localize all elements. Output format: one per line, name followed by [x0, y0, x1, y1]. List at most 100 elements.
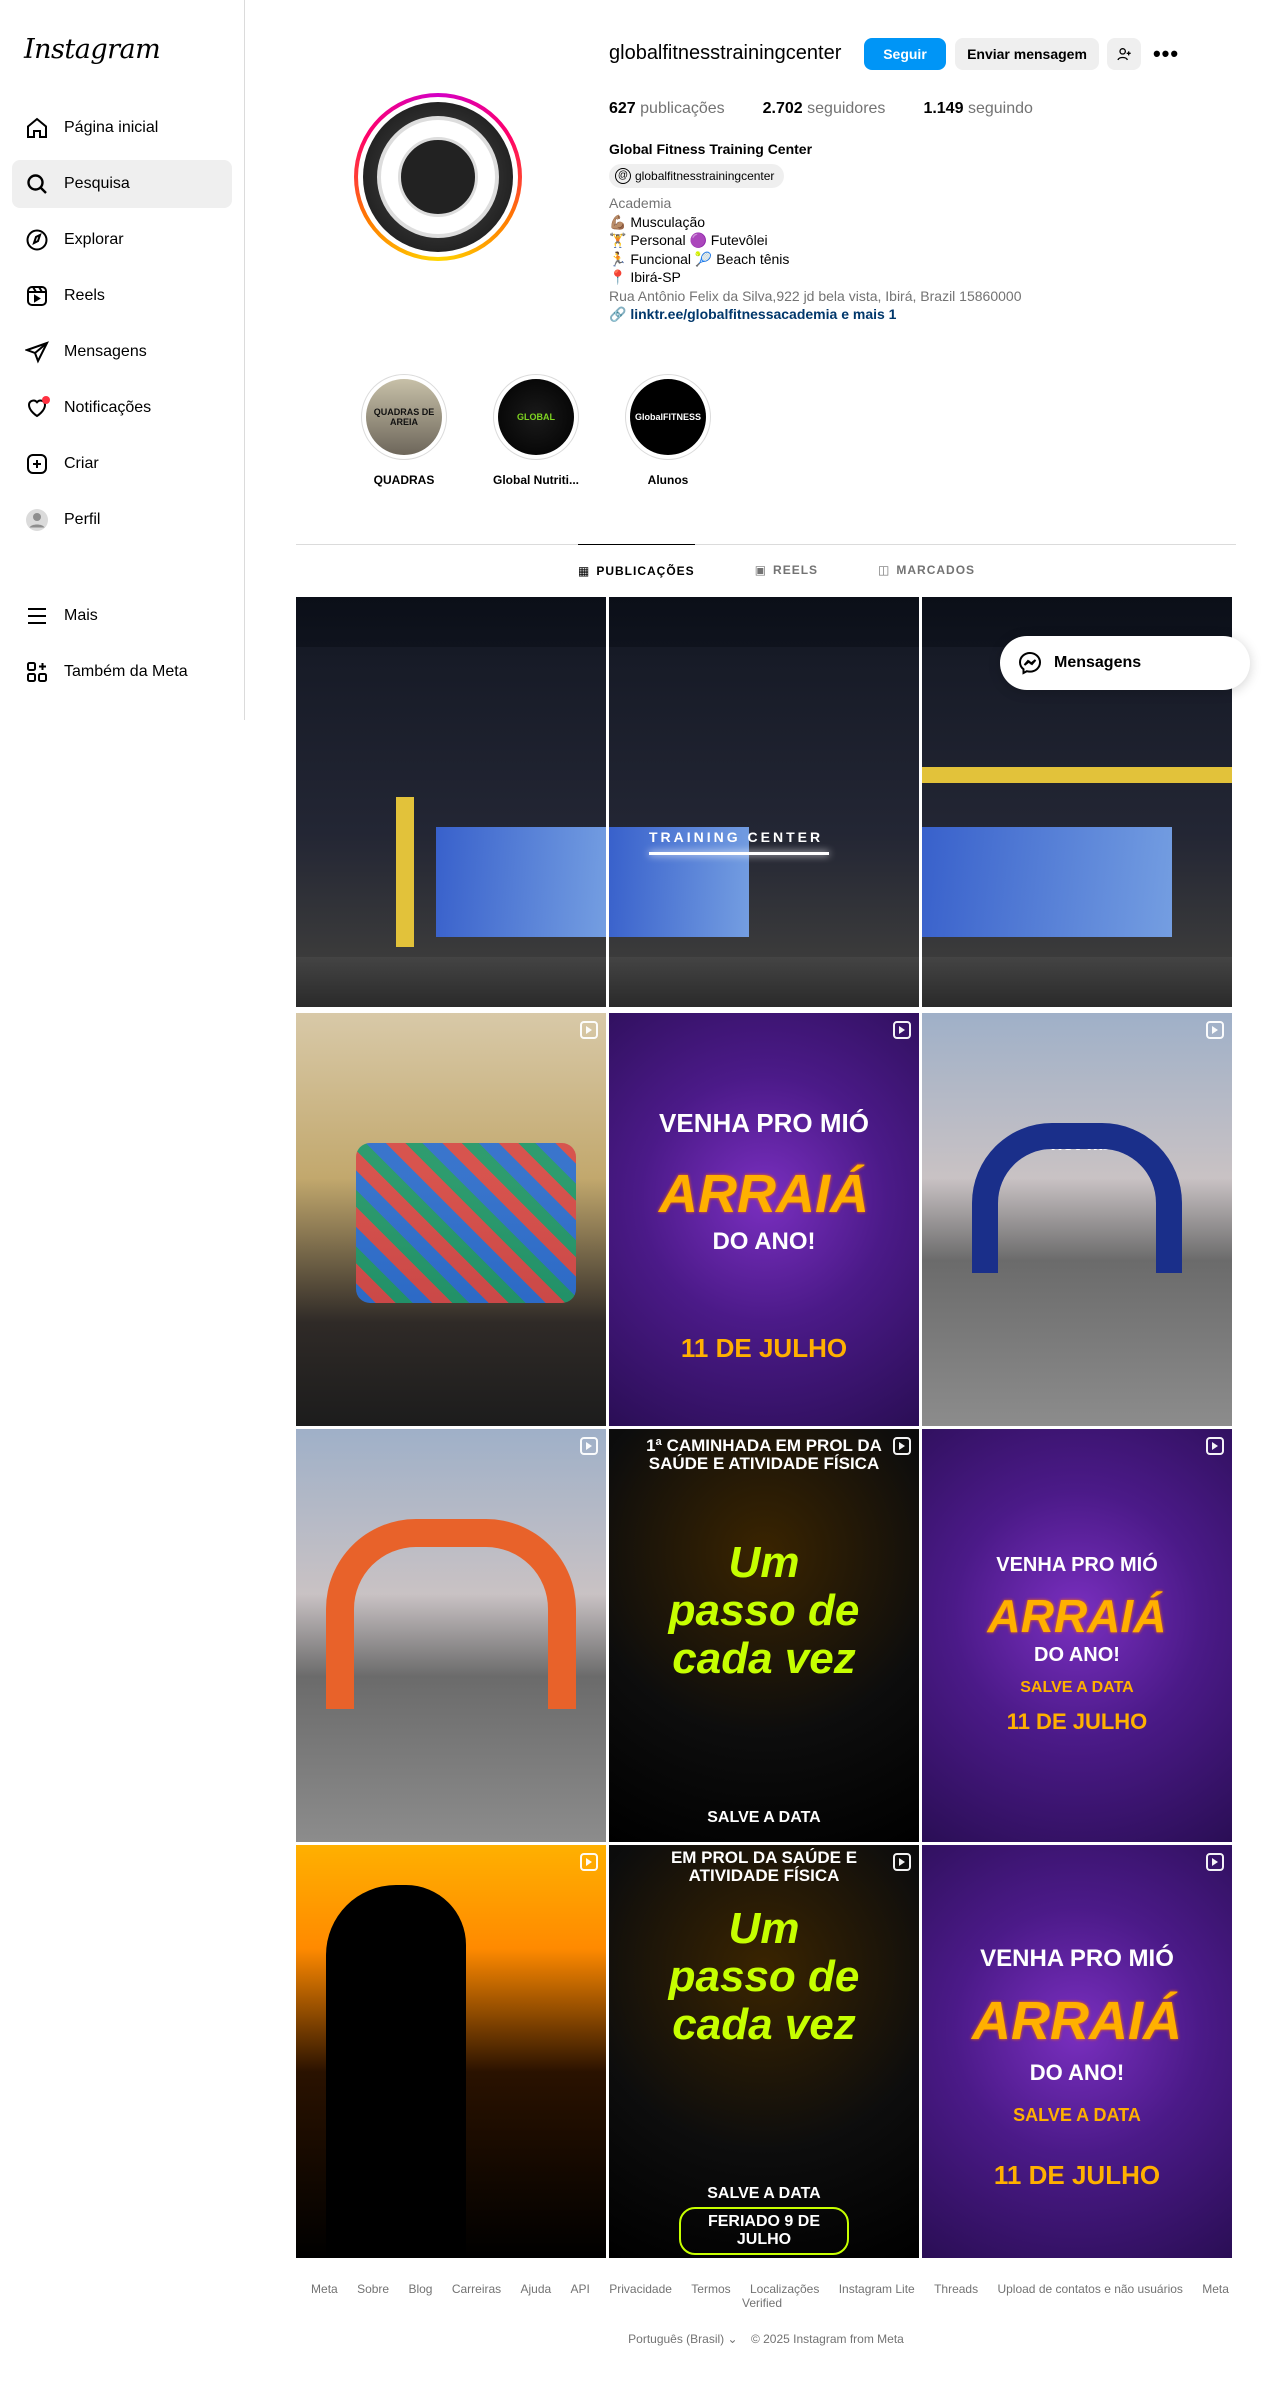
arraia-date-text: 11 DE JULHO	[1006, 1709, 1148, 1734]
meta-grid-icon	[24, 659, 50, 685]
holiday-text: FERIADO 9 DE JULHO	[679, 2207, 849, 2255]
arraia-top-text: VENHA PRO MIÓ	[996, 1554, 1158, 1576]
reel-badge-icon	[580, 1853, 598, 1871]
reels-icon	[24, 283, 50, 309]
arraia-top-text: VENHA PRO MIÓ	[659, 1108, 869, 1138]
highlight-quadras[interactable]: QUADRAS DE AREIA QUADRAS	[338, 374, 470, 487]
more-options-button[interactable]: •••	[1152, 38, 1180, 70]
sidebar-item-home[interactable]: Página inicial	[12, 104, 232, 152]
sidebar-item-notifications[interactable]: Notificações	[12, 384, 232, 432]
suggest-user-button[interactable]	[1107, 38, 1141, 70]
footer-link[interactable]: Privacidade	[609, 2282, 672, 2296]
following-stat[interactable]: 1.149 seguindo	[923, 100, 1032, 118]
sidebar-item-label: Explorar	[64, 231, 124, 248]
post-tile[interactable]: JDnet fibra	[922, 1013, 1232, 1426]
sidebar-item-messages[interactable]: Mensagens	[12, 328, 232, 376]
silhouette	[326, 1885, 466, 2258]
sidebar-item-search[interactable]: Pesquisa	[12, 160, 232, 208]
highlight-alunos[interactable]: GlobalFITNESS Alunos	[602, 374, 734, 487]
save-date-text: SALVE A DATA	[1020, 1679, 1134, 1696]
window-glow	[436, 827, 606, 937]
tab-reels[interactable]: ▣ REELS	[755, 544, 818, 596]
arraia-date-text: 11 DE JULHO	[680, 1333, 848, 1363]
home-icon	[24, 115, 50, 141]
sidebar-item-label: Reels	[64, 287, 105, 304]
inflatable-arch	[972, 1123, 1182, 1273]
arraia-sub-text: DO ANO!	[712, 1228, 816, 1255]
followers-stat[interactable]: 2.702 seguidores	[763, 100, 886, 118]
footer-link[interactable]: API	[571, 2282, 590, 2296]
footer-link[interactable]: Upload de contatos e não usuários	[997, 2282, 1182, 2296]
post-tile[interactable]	[296, 597, 606, 1007]
threads-badge[interactable]: @ globalfitnesstrainingcenter	[609, 163, 785, 188]
post-tile[interactable]	[296, 1013, 606, 1426]
profile-address[interactable]: Rua Antônio Felix da Silva,922 jd bela v…	[609, 287, 1021, 306]
tab-tagged[interactable]: ◫ MARCADOS	[878, 544, 975, 596]
follow-button[interactable]: Seguir	[864, 38, 946, 70]
highlight-label: Global Nutriti...	[493, 473, 579, 487]
sidebar-item-create[interactable]: Criar	[12, 440, 232, 488]
sidebar-item-label: Perfil	[64, 511, 101, 528]
sidebar-item-label: Criar	[64, 455, 99, 472]
post-tile[interactable]: 1ª CAMINHADA EM PROL DA SAÚDE E ATIVIDAD…	[609, 1429, 919, 1842]
language-select[interactable]: Português (Brasil) ⌄	[628, 2332, 737, 2346]
grid-icon: ▦	[578, 563, 591, 578]
tab-posts[interactable]: ▦ PUBLICAÇÕES	[578, 544, 695, 596]
profile-avatar-ring[interactable]	[354, 93, 522, 261]
post-tile[interactable]: TRAINING CENTER	[609, 597, 919, 1007]
menu-icon	[24, 603, 50, 629]
followers-count: 2.702	[762, 100, 803, 117]
tab-label: REELS	[773, 563, 819, 577]
save-date-text: SALVE A DATA	[707, 2185, 821, 2202]
sidebar-item-more[interactable]: Mais	[12, 592, 232, 640]
arraia-sub-text: DO ANO!	[1029, 2060, 1125, 2085]
instagram-logo[interactable]: Instagram	[24, 34, 161, 65]
arraia-main-text: ARRAIÁ	[987, 1590, 1167, 1642]
sidebar-item-reels[interactable]: Reels	[12, 272, 232, 320]
plus-square-icon	[24, 451, 50, 477]
post-tile[interactable]: VENHA PRO MIÓ ARRAIÁ DO ANO! 11 DE JULHO	[609, 1013, 919, 1426]
link-icon: 🔗	[609, 306, 631, 322]
profile-link[interactable]: 🔗 linktr.ee/globalfitnessacademia e mais…	[609, 305, 1021, 324]
bio-line: 📍 Ibirá-SP	[609, 269, 681, 285]
highlight-label: Alunos	[647, 473, 689, 487]
messages-floating-button[interactable]: Mensagens	[1000, 636, 1250, 690]
reels-tab-icon: ▣	[754, 563, 768, 577]
send-message-button[interactable]: Enviar mensagem	[955, 38, 1099, 70]
post-tile[interactable]: EM PROL DA SAÚDE E ATIVIDADE FÍSICA Um p…	[609, 1845, 919, 2258]
sidebar-item-profile[interactable]: Perfil	[12, 496, 232, 544]
send-icon	[24, 339, 50, 365]
footer-link[interactable]: Instagram Lite	[839, 2282, 915, 2296]
sidebar-item-also-from-meta[interactable]: Também da Meta	[12, 648, 232, 696]
profile-link-text: linktr.ee/globalfitnessacademia e mais 1	[630, 306, 897, 322]
profile-tabs: ▦ PUBLICAÇÕES ▣ REELS ◫ MARCADOS	[578, 544, 1035, 596]
tab-label: PUBLICAÇÕES	[596, 563, 695, 578]
reel-badge-icon	[893, 1437, 911, 1455]
post-tile[interactable]: JDnet fibra	[296, 1429, 606, 1842]
footer-link[interactable]: Ajuda	[521, 2282, 552, 2296]
post-tile[interactable]: VENHA PRO MIÓ ARRAIÁ DO ANO! SALVE A DAT…	[922, 1845, 1232, 2258]
sidebar-item-label: Página inicial	[64, 119, 159, 136]
footer-link[interactable]: Threads	[934, 2282, 978, 2296]
footer-link[interactable]: Sobre	[357, 2282, 389, 2296]
footer-link[interactable]: Meta	[311, 2282, 338, 2296]
post-tile[interactable]	[296, 1845, 606, 2258]
posts-stat[interactable]: 627 publicações	[609, 100, 725, 118]
post-tile[interactable]: VENHA PRO MIÓ ARRAIÁ DO ANO! SALVE A DAT…	[922, 1429, 1232, 1842]
arraia-date-text: 11 DE JULHO	[993, 2160, 1161, 2190]
footer-link[interactable]: Blog	[408, 2282, 432, 2296]
posts-count: 627	[609, 100, 636, 117]
inflatable-arch	[326, 1519, 576, 1709]
yellow-frame	[396, 797, 414, 947]
threads-handle: globalfitnesstrainingcenter	[635, 168, 775, 183]
highlight-global-nutrition[interactable]: GLOBAL Global Nutriti...	[470, 374, 602, 487]
sidebar-item-explore[interactable]: Explorar	[12, 216, 232, 264]
arraia-main-text: ARRAIÁ	[972, 1991, 1182, 2051]
footer-link[interactable]: Localizações	[750, 2282, 819, 2296]
following-label: seguindo	[967, 100, 1033, 117]
tab-label: MARCADOS	[896, 563, 976, 577]
footer-link[interactable]: Carreiras	[452, 2282, 501, 2296]
profile-username: globalfitnesstrainingcenter	[609, 42, 842, 64]
display-name: Global Fitness Training Center	[609, 141, 813, 157]
footer-link[interactable]: Termos	[691, 2282, 730, 2296]
